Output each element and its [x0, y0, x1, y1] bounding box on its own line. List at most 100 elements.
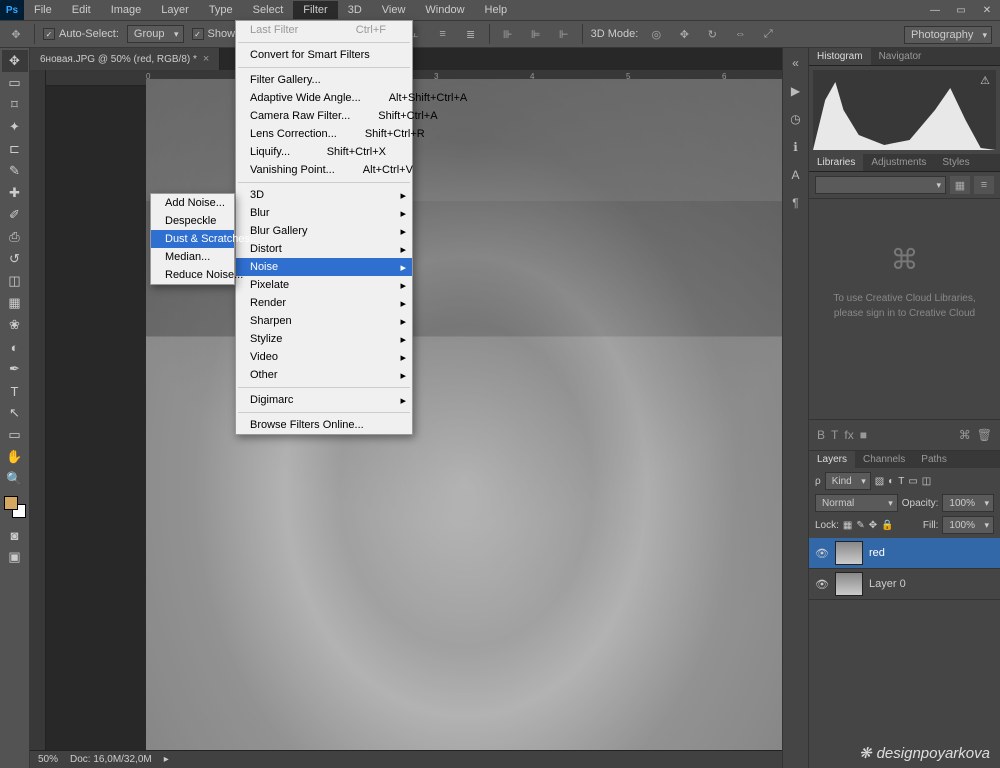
tab-paths[interactable]: Paths: [913, 451, 955, 468]
tab-layers[interactable]: Layers: [809, 451, 855, 468]
library-selector[interactable]: [815, 176, 946, 194]
trash-icon[interactable]: 🗑: [977, 428, 992, 442]
style-icon[interactable]: T: [831, 428, 838, 442]
filter-type-icon[interactable]: T: [898, 476, 904, 487]
menu-view[interactable]: View: [372, 1, 416, 19]
menu-image[interactable]: Image: [101, 1, 152, 19]
menu-blur-gallery[interactable]: Blur Gallery▸: [236, 222, 412, 240]
healing-tool[interactable]: ✚: [2, 182, 28, 204]
menu-convert-smart[interactable]: Convert for Smart Filters: [236, 46, 412, 64]
eraser-tool[interactable]: ◫: [2, 270, 28, 292]
distribute-icon[interactable]: ⊪: [498, 25, 518, 43]
filter-smart-icon[interactable]: ◫: [922, 476, 931, 487]
zoom-tool[interactable]: 🔍: [2, 468, 28, 490]
hand-tool[interactable]: ✋: [2, 446, 28, 468]
maximize-button[interactable]: ▭: [948, 1, 974, 19]
align-icon[interactable]: ≣: [461, 25, 481, 43]
align-icon[interactable]: ≡: [433, 25, 453, 43]
filter-pixel-icon[interactable]: ▧: [875, 476, 884, 487]
layer-kind-select[interactable]: Kind: [825, 472, 871, 490]
tab-navigator[interactable]: Navigator: [871, 48, 930, 65]
3d-slide-icon[interactable]: ⇔: [730, 25, 750, 43]
menu-help[interactable]: Help: [475, 1, 518, 19]
distribute-icon[interactable]: ⊩: [554, 25, 574, 43]
layer-name[interactable]: Layer 0: [869, 578, 906, 590]
type-tool[interactable]: T: [2, 380, 28, 402]
menu-blur[interactable]: Blur▸: [236, 204, 412, 222]
submenu-dust-scratches[interactable]: Dust & Scratches...: [151, 230, 234, 248]
play-icon[interactable]: ▶: [787, 82, 805, 100]
paragraph-icon[interactable]: ¶: [787, 194, 805, 212]
expand-icon[interactable]: «: [787, 54, 805, 72]
lock-all-icon[interactable]: 🔒: [881, 520, 893, 531]
lock-paint-icon[interactable]: ✎: [856, 520, 864, 531]
menu-other[interactable]: Other▸: [236, 366, 412, 384]
menu-render[interactable]: Render▸: [236, 294, 412, 312]
filter-shape-icon[interactable]: ▭: [908, 476, 917, 487]
eyedropper-tool[interactable]: ✎: [2, 160, 28, 182]
stamp-tool[interactable]: ⎙: [2, 226, 28, 248]
opacity-value[interactable]: 100%: [942, 494, 994, 512]
lock-trans-icon[interactable]: ▦: [843, 520, 852, 531]
info-icon[interactable]: ℹ: [787, 138, 805, 156]
menu-lens-correction[interactable]: Lens Correction...Shift+Ctrl+R: [236, 125, 412, 143]
distribute-icon[interactable]: ⊫: [526, 25, 546, 43]
submenu-add-noise[interactable]: Add Noise...: [151, 194, 234, 212]
gradient-tool[interactable]: ▦: [2, 292, 28, 314]
menu-adaptive-wide[interactable]: Adaptive Wide Angle...Alt+Shift+Ctrl+A: [236, 89, 412, 107]
3d-pan-icon[interactable]: ✥: [674, 25, 694, 43]
close-button[interactable]: ✕: [974, 1, 1000, 19]
visibility-icon[interactable]: 👁: [815, 578, 829, 591]
char-a-icon[interactable]: A: [787, 166, 805, 184]
submenu-median[interactable]: Median...: [151, 248, 234, 266]
submenu-despeckle[interactable]: Despeckle: [151, 212, 234, 230]
lock-move-icon[interactable]: ✥: [869, 520, 877, 531]
grid-view-icon[interactable]: ▦: [950, 176, 970, 194]
menu-3d[interactable]: 3D▸: [236, 186, 412, 204]
screenmode-tool[interactable]: ▣: [2, 546, 28, 568]
chevron-right-icon[interactable]: ▸: [164, 754, 169, 765]
style-icon[interactable]: fx: [844, 428, 853, 442]
submenu-reduce-noise[interactable]: Reduce Noise...: [151, 266, 234, 284]
zoom-level[interactable]: 50%: [38, 754, 58, 765]
auto-select-checkbox[interactable]: ✓ Auto-Select:: [43, 28, 119, 40]
lasso-tool[interactable]: ⌑: [2, 94, 28, 116]
menu-file[interactable]: File: [24, 1, 62, 19]
warning-icon[interactable]: ⚠: [980, 74, 990, 87]
link-icon[interactable]: ⌘: [959, 428, 971, 442]
menu-sharpen[interactable]: Sharpen▸: [236, 312, 412, 330]
tab-libraries[interactable]: Libraries: [809, 154, 863, 171]
history-icon[interactable]: ◷: [787, 110, 805, 128]
3d-orbit-icon[interactable]: ◎: [646, 25, 666, 43]
tab-channels[interactable]: Channels: [855, 451, 913, 468]
quickmask-tool[interactable]: ◙: [2, 524, 28, 546]
list-view-icon[interactable]: ≡: [974, 176, 994, 194]
style-icon[interactable]: B: [817, 428, 825, 442]
menu-window[interactable]: Window: [415, 1, 474, 19]
menu-liquify[interactable]: Liquify...Shift+Ctrl+X: [236, 143, 412, 161]
menu-pixelate[interactable]: Pixelate▸: [236, 276, 412, 294]
pen-tool[interactable]: ✒: [2, 358, 28, 380]
tab-histogram[interactable]: Histogram: [809, 48, 871, 65]
menu-distort[interactable]: Distort▸: [236, 240, 412, 258]
workspace-selector[interactable]: Photography: [904, 26, 992, 44]
menu-type[interactable]: Type: [199, 1, 243, 19]
marquee-tool[interactable]: ▭: [2, 72, 28, 94]
menu-select[interactable]: Select: [243, 1, 294, 19]
close-tab-icon[interactable]: ×: [203, 53, 209, 65]
minimize-button[interactable]: —: [922, 1, 948, 19]
menu-layer[interactable]: Layer: [151, 1, 199, 19]
foreground-swatch[interactable]: [4, 496, 18, 510]
tab-styles[interactable]: Styles: [934, 154, 977, 171]
menu-stylize[interactable]: Stylize▸: [236, 330, 412, 348]
menu-video[interactable]: Video▸: [236, 348, 412, 366]
layer-row-0[interactable]: 👁 Layer 0: [809, 569, 1000, 600]
blur-tool[interactable]: ❀: [2, 314, 28, 336]
fill-value[interactable]: 100%: [942, 516, 994, 534]
move-tool[interactable]: ✥: [2, 50, 28, 72]
menu-camera-raw[interactable]: Camera Raw Filter...Shift+Ctrl+A: [236, 107, 412, 125]
document-tab[interactable]: 6новая.JPG @ 50% (red, RGB/8) * ×: [30, 48, 220, 70]
crop-tool[interactable]: ⊏: [2, 138, 28, 160]
wand-tool[interactable]: ✦: [2, 116, 28, 138]
history-brush-tool[interactable]: ↺: [2, 248, 28, 270]
